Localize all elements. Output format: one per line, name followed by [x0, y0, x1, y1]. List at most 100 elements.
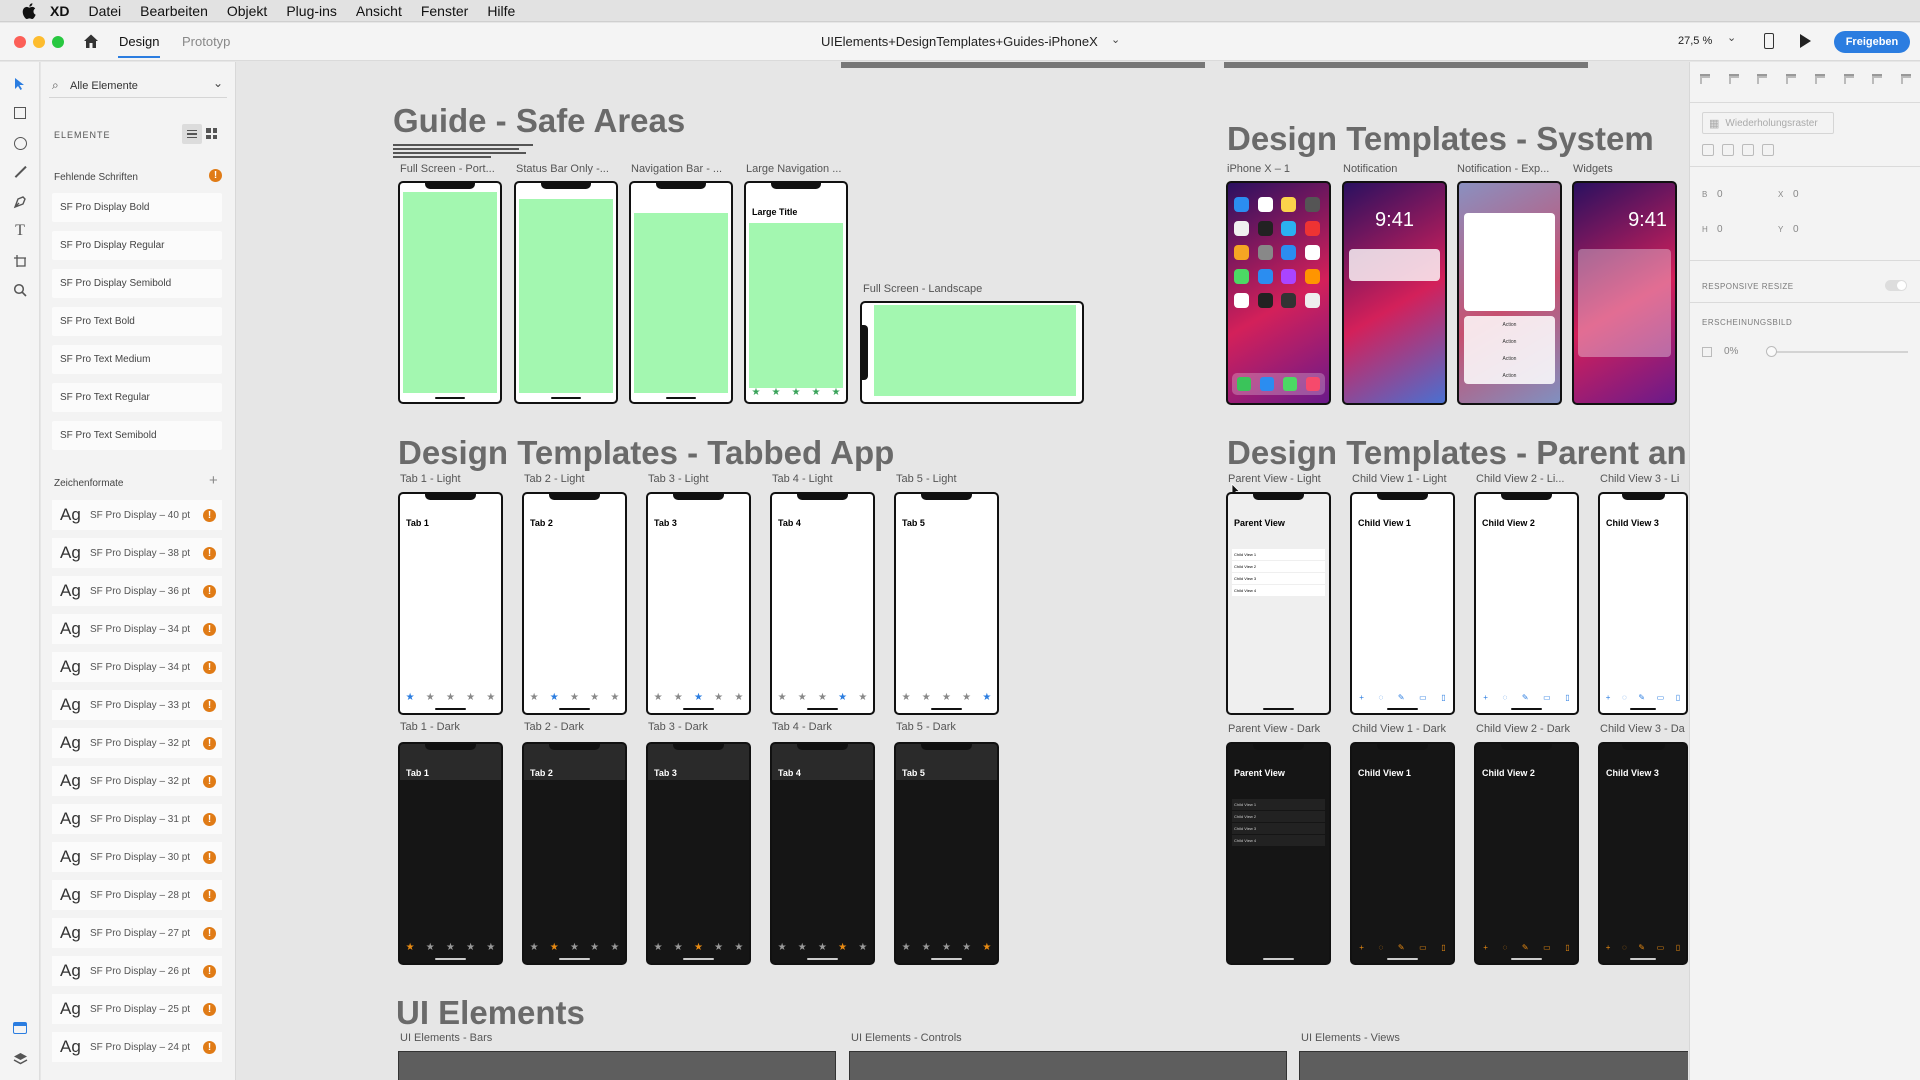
artboard-large-navigation[interactable]: Large Title ★ ★ ★ ★ ★ [744, 181, 848, 404]
window-minimize-button[interactable] [33, 36, 45, 48]
artboard-label[interactable]: Large Navigation ... [746, 163, 854, 175]
align-center-icon[interactable] [1842, 72, 1856, 86]
boolean-add-icon[interactable] [1702, 144, 1714, 156]
boolean-subtract-icon[interactable] [1722, 144, 1734, 156]
play-icon[interactable] [1800, 34, 1811, 48]
artboard-tab-dark[interactable]: Tab 2 ★ ★ ★ ★ ★ [522, 742, 627, 965]
responsive-resize-toggle[interactable] [1885, 280, 1907, 291]
menu-file[interactable]: Datei [88, 3, 121, 19]
artboard-label[interactable]: Navigation Bar - ... [631, 163, 739, 175]
character-style-item[interactable]: Ag SF Pro Display – 33 pt! [52, 690, 222, 720]
opacity-field[interactable]: 0% [1724, 346, 1738, 357]
artboard-status-bar-only[interactable] [514, 181, 618, 404]
artboard-label[interactable]: UI Elements - Bars [400, 1032, 600, 1044]
artboard-label[interactable]: Child View 2 - Li... [1476, 473, 1577, 485]
window-zoom-button[interactable] [52, 36, 64, 48]
character-style-item[interactable]: Ag SF Pro Display – 24 pt! [52, 1032, 222, 1062]
x-field[interactable]: 0 [1793, 189, 1799, 200]
artboard-child-view-light[interactable]: Child View 2 + ◌ ✎ ▭ ▯ [1474, 492, 1579, 715]
artboard-label[interactable]: Full Screen - Port... [400, 163, 508, 175]
artboard-label[interactable]: iPhone X – 1 [1227, 163, 1327, 175]
artboard-tab-light[interactable]: Tab 5 ★ ★ ★ ★ ★ [894, 492, 999, 715]
artboard-label[interactable]: Child View 1 - Light [1352, 473, 1453, 485]
missing-font-item[interactable]: SF Pro Display Regular [52, 231, 222, 260]
zoom-tool-icon[interactable] [10, 280, 30, 300]
character-style-item[interactable]: Ag SF Pro Display – 34 pt! [52, 614, 222, 644]
add-icon[interactable]: + [209, 472, 218, 489]
character-style-item[interactable]: Ag SF Pro Display – 26 pt! [52, 956, 222, 986]
opacity-checkbox[interactable] [1702, 347, 1712, 357]
align-right-icon[interactable] [1870, 72, 1884, 86]
opacity-slider-handle[interactable] [1766, 346, 1777, 357]
boolean-exclude-icon[interactable] [1762, 144, 1774, 156]
tab-prototype[interactable]: Prototyp [182, 34, 230, 49]
pen-tool-icon[interactable] [10, 192, 30, 212]
artboard-notification-expanded[interactable]: Action Action Action Action [1457, 181, 1562, 405]
artboard-label[interactable]: Parent View - Light [1228, 473, 1329, 485]
artboard-label[interactable]: Notification - Exp... [1457, 163, 1557, 175]
artboard-label[interactable]: UI Elements - Controls [851, 1032, 1051, 1044]
artboard-label[interactable]: Tab 3 - Dark [648, 721, 748, 733]
device-preview-icon[interactable] [1764, 33, 1774, 49]
artboard-label[interactable]: Tab 2 - Dark [524, 721, 624, 733]
missing-font-item[interactable]: SF Pro Display Semibold [52, 269, 222, 298]
artboard-ui-controls[interactable] [849, 1051, 1287, 1080]
align-middle-icon[interactable] [1727, 72, 1741, 86]
artboard-ui-views[interactable] [1299, 1051, 1688, 1080]
menu-plugins[interactable]: Plug-ins [286, 3, 337, 19]
menu-help[interactable]: Hilfe [487, 3, 515, 19]
artboard-label[interactable]: Notification [1343, 163, 1443, 175]
character-style-item[interactable]: Ag SF Pro Display – 38 pt! [52, 538, 222, 568]
missing-font-item[interactable]: SF Pro Text Semibold [52, 421, 222, 450]
boolean-intersect-icon[interactable] [1742, 144, 1754, 156]
character-style-item[interactable]: Ag SF Pro Display – 32 pt! [52, 728, 222, 758]
share-button[interactable]: Freigeben [1834, 31, 1910, 53]
missing-font-item[interactable]: SF Pro Text Regular [52, 383, 222, 412]
artboard-tab-light[interactable]: Tab 1 ★ ★ ★ ★ ★ [398, 492, 503, 715]
line-tool-icon[interactable] [10, 162, 30, 182]
artboard-child-view-dark[interactable]: Child View 1 + ◌ ✎ ▭ ▯ [1350, 742, 1455, 965]
missing-font-item[interactable]: SF Pro Text Bold [52, 307, 222, 336]
tab-design[interactable]: Design [119, 34, 159, 49]
artboard-label[interactable]: Tab 4 - Dark [772, 721, 872, 733]
missing-fonts-header[interactable]: Fehlende Schriften [54, 172, 138, 183]
rectangle-tool-icon[interactable] [10, 103, 30, 123]
artboard-tab-dark[interactable]: Tab 1 ★ ★ ★ ★ ★ [398, 742, 503, 965]
character-style-item[interactable]: Ag SF Pro Display – 36 pt! [52, 576, 222, 606]
character-style-item[interactable]: Ag SF Pro Display – 40 pt! [52, 500, 222, 530]
artboard-label[interactable]: Tab 1 - Dark [400, 721, 500, 733]
artboard-label[interactable]: Tab 1 - Light [400, 473, 500, 485]
distribute-vertical-icon[interactable] [1784, 72, 1798, 86]
character-style-item[interactable]: Ag SF Pro Display – 25 pt! [52, 994, 222, 1024]
y-field[interactable]: 0 [1793, 224, 1799, 235]
chevron-down-icon[interactable]: ⌄ [1111, 33, 1120, 46]
artboard-label[interactable]: Child View 2 - Dark [1476, 723, 1577, 735]
artboard-full-screen-landscape[interactable] [860, 301, 1084, 404]
align-top-icon[interactable] [1698, 72, 1712, 86]
document-title[interactable]: UIElements+DesignTemplates+Guides-iPhone… [821, 34, 1098, 49]
character-style-item[interactable]: Ag SF Pro Display – 28 pt! [52, 880, 222, 910]
artboard-label[interactable]: Tab 5 - Dark [896, 721, 996, 733]
character-style-item[interactable]: Ag SF Pro Display – 27 pt! [52, 918, 222, 948]
select-tool-icon[interactable] [10, 74, 30, 94]
artboard-label[interactable]: Full Screen - Landscape [863, 283, 1003, 295]
artboard-tab-light[interactable]: Tab 4 ★ ★ ★ ★ ★ [770, 492, 875, 715]
artboard-full-screen-portrait[interactable] [398, 181, 502, 404]
opacity-slider[interactable] [1770, 351, 1908, 353]
artboard-tab-dark[interactable]: Tab 3 ★ ★ ★ ★ ★ [646, 742, 751, 965]
menu-object[interactable]: Objekt [227, 3, 267, 19]
apple-icon[interactable] [18, 0, 40, 22]
zoom-level[interactable]: 27,5 % [1678, 35, 1712, 47]
list-view-icon[interactable] [182, 124, 202, 144]
home-icon[interactable] [82, 32, 100, 53]
character-style-item[interactable]: Ag SF Pro Display – 30 pt! [52, 842, 222, 872]
artboard-label[interactable]: UI Elements - Views [1301, 1032, 1501, 1044]
window-close-button[interactable] [14, 36, 26, 48]
align-left-icon[interactable] [1813, 72, 1827, 86]
artboard-label[interactable]: Widgets [1573, 163, 1673, 175]
menu-window[interactable]: Fenster [421, 3, 468, 19]
artboard-child-view-dark[interactable]: Child View 2 + ◌ ✎ ▭ ▯ [1474, 742, 1579, 965]
artboard-parent-view-light[interactable]: Parent View Child View 1 Child View 2 Child… [1226, 492, 1331, 715]
artboard-tab-light[interactable]: Tab 3 ★ ★ ★ ★ ★ [646, 492, 751, 715]
artboard-label[interactable]: Tab 5 - Light [896, 473, 996, 485]
